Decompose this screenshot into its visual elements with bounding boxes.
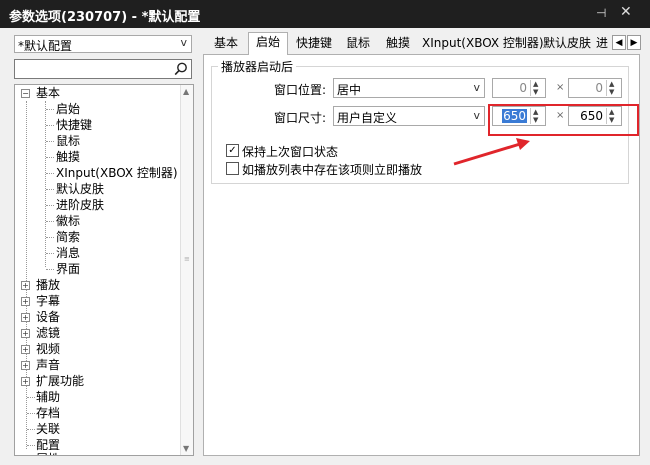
window-size-value: 用户自定义	[337, 111, 398, 125]
tree-scrollbar[interactable]: ▲ ≡ ▼	[180, 85, 193, 455]
chevron-down-icon: v	[473, 81, 480, 94]
tab-scroll-right-icon[interactable]: ▶	[627, 35, 641, 50]
stepper-up-icon: ▲	[533, 80, 539, 88]
expand-icon[interactable]: +	[21, 345, 30, 354]
profile-select[interactable]: *默认配置 v	[14, 35, 192, 53]
stepper-down-icon: ▼	[533, 88, 539, 96]
window-title: 参数选项(230707) - *默认配置	[9, 10, 201, 25]
scroll-grip-icon[interactable]: ≡	[184, 255, 190, 263]
expand-icon[interactable]: +	[21, 329, 30, 338]
expand-icon[interactable]: +	[21, 377, 30, 386]
stepper-up-icon: ▲	[609, 80, 615, 88]
expand-icon[interactable]: +	[21, 281, 30, 290]
chevron-down-icon: v	[473, 109, 480, 122]
expand-icon[interactable]: +	[21, 361, 30, 370]
annotation-arrow-icon	[453, 138, 530, 166]
stepper-down-icon: ▼	[609, 88, 615, 96]
times-sign: ×	[556, 82, 565, 93]
stepper-buttons[interactable]: ▲ ▼	[530, 80, 544, 96]
title-bar[interactable]: 参数选项(230707) - *默认配置 ⊣ ✕	[0, 0, 650, 28]
window-position-label: 窗口位置:	[274, 83, 327, 97]
tab-touch[interactable]: 触摸	[382, 34, 414, 54]
tab-default-skin[interactable]: 默认皮肤	[542, 34, 592, 54]
preferences-window: 参数选项(230707) - *默认配置 ⊣ ✕ *默认配置 v − 基本 启始…	[0, 0, 650, 465]
checkbox-unchecked-icon[interactable]	[226, 162, 239, 175]
position-x-stepper[interactable]: 0 ▲ ▼	[492, 78, 546, 98]
tab-scroll-left-icon[interactable]: ◀	[612, 35, 626, 50]
window-position-select[interactable]: 居中 v	[333, 78, 485, 98]
scroll-up-icon[interactable]: ▲	[183, 87, 189, 96]
settings-tree[interactable]: − 基本 启始 快捷键 鼠标 触摸 XInput(XBOX 控制器) 默认皮肤 …	[14, 84, 194, 456]
profile-select-value: *默认配置	[18, 39, 73, 53]
search-input[interactable]	[14, 59, 192, 79]
close-icon[interactable]: ✕	[620, 4, 632, 20]
search-icon[interactable]	[173, 61, 189, 77]
highlight-box	[488, 104, 639, 136]
expand-icon[interactable]: +	[21, 313, 30, 322]
tab-advanced-skin[interactable]: 进	[596, 34, 608, 54]
position-y-stepper[interactable]: 0 ▲ ▼	[568, 78, 622, 98]
chevron-down-icon: v	[180, 36, 187, 49]
tab-shortcuts[interactable]: 快捷键	[290, 34, 338, 54]
tab-startup[interactable]: 启始	[248, 32, 288, 55]
window-position-value: 居中	[337, 83, 362, 97]
window-size-label: 窗口尺寸:	[274, 111, 327, 125]
checkbox-checked-icon[interactable]: ✓	[226, 144, 239, 157]
tab-mouse[interactable]: 鼠标	[342, 34, 374, 54]
scroll-down-icon[interactable]: ▼	[183, 444, 189, 453]
expand-icon[interactable]: +	[21, 297, 30, 306]
collapse-icon[interactable]: −	[21, 89, 30, 98]
tab-basic[interactable]: 基本	[208, 34, 244, 54]
pin-icon[interactable]: ⊣	[596, 6, 606, 20]
stepper-buttons[interactable]: ▲ ▼	[606, 80, 620, 96]
window-size-select[interactable]: 用户自定义 v	[333, 106, 485, 126]
tab-xinput[interactable]: XInput(XBOX 控制器)	[422, 34, 544, 54]
group-title: 播放器启动后	[218, 58, 297, 75]
